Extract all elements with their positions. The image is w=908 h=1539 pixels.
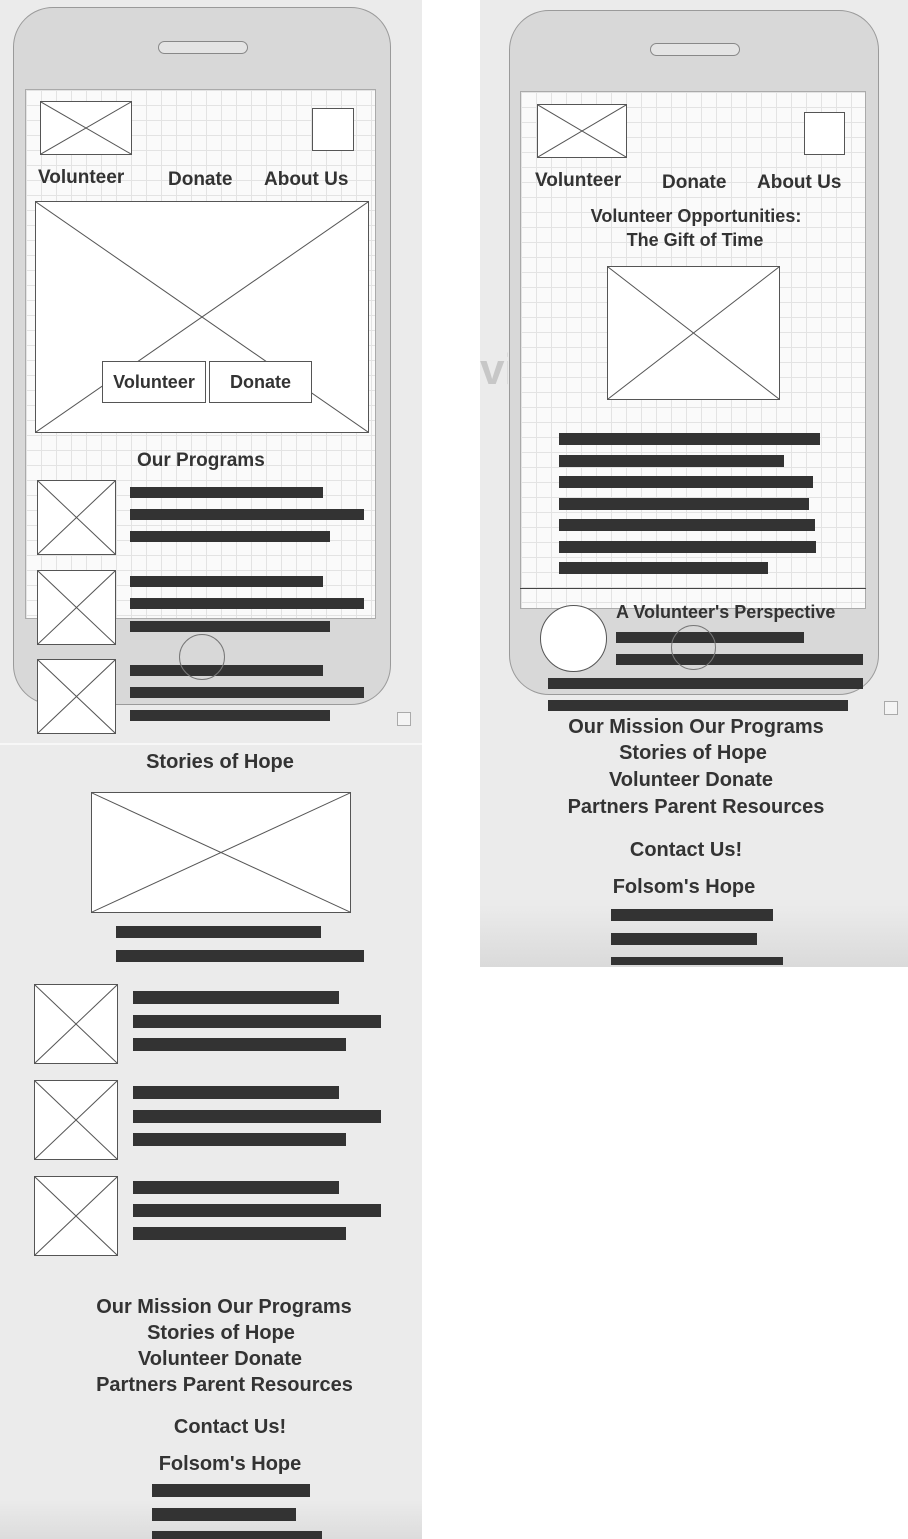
left-program-text-bar: [130, 509, 364, 520]
left-nav-volunteer[interactable]: Volunteer: [38, 167, 124, 189]
image-placeholder-icon: [608, 267, 779, 399]
left-footer-text-bar: [152, 1508, 296, 1521]
image-placeholder-icon: [38, 660, 115, 733]
right-footer-brand: Folsom's Hope: [612, 876, 756, 898]
right-footer-text-bar: [611, 957, 783, 965]
left-story-text-bar: [133, 1038, 346, 1051]
right-perspective-text-bar: [548, 678, 863, 689]
right-footer-links-line-2[interactable]: Stories of Hope: [600, 742, 786, 765]
left-program-thumb-2: [37, 570, 116, 645]
left-story-thumb-2: [34, 1080, 118, 1160]
left-story-text-bar: [133, 1015, 381, 1028]
left-program-thumb-3: [37, 659, 116, 734]
left-phone-home-button: [179, 634, 225, 680]
left-story-text-bar: [133, 1181, 339, 1194]
right-nav-volunteer[interactable]: Volunteer: [535, 170, 621, 192]
left-story-text-bar: [133, 1110, 381, 1123]
left-program-text-bar: [130, 576, 323, 587]
left-footer-links-line-4[interactable]: Partners Parent Resources: [40, 1374, 409, 1397]
left-nav-about[interactable]: About Us: [264, 169, 348, 191]
left-footer-contact[interactable]: Contact Us!: [130, 1416, 330, 1439]
right-body-text-bar: [559, 541, 816, 553]
right-body-text-bar: [559, 455, 784, 467]
left-nav-donate[interactable]: Donate: [168, 169, 232, 191]
left-menu-icon[interactable]: [312, 108, 354, 151]
image-placeholder-icon: [35, 985, 117, 1063]
right-footer-links-line-3[interactable]: Volunteer Donate: [590, 769, 792, 792]
left-stories-image: [91, 792, 351, 913]
left-stories-heading: Stories of Hope: [146, 751, 294, 773]
right-footer-links-line-4[interactable]: Partners Parent Resources: [548, 796, 844, 819]
left-footer-brand: Folsom's Hope: [158, 1453, 302, 1475]
right-phone-speaker: [650, 43, 740, 56]
right-footer-contact[interactable]: Contact Us!: [606, 839, 766, 862]
right-footer-text-bar: [611, 909, 773, 921]
left-story-text-bar: [133, 1204, 381, 1217]
left-canvas-divider: [0, 743, 422, 745]
image-placeholder-icon: [538, 105, 626, 157]
left-hero-donate-button[interactable]: Donate: [209, 361, 312, 403]
right-phone-home-button: [671, 625, 716, 670]
right-body-text-bar: [559, 476, 813, 488]
left-program-text-bar: [130, 687, 364, 698]
right-ghost-label: vi: [480, 345, 508, 394]
image-placeholder-icon: [38, 481, 115, 554]
right-body-text-bar: [559, 498, 809, 510]
right-footer-clip: Our Mission Our Programs: [480, 716, 908, 740]
image-placeholder-icon: [38, 571, 115, 644]
left-stories-text-bar: [116, 926, 321, 938]
right-body-text-bar: [559, 433, 820, 445]
left-program-text-bar: [130, 531, 330, 542]
left-program-text-bar: [130, 710, 330, 721]
expand-icon[interactable]: [884, 701, 898, 715]
right-nav-donate[interactable]: Donate: [662, 172, 726, 194]
left-story-text-bar: [133, 991, 339, 1004]
left-footer-text-bar: [152, 1531, 322, 1539]
left-footer-links-line-1[interactable]: Our Mission Our Programs: [40, 1296, 408, 1319]
left-logo-placeholder: [40, 101, 132, 155]
right-perspective-text-bar: [616, 654, 863, 665]
left-footer-links-line-3[interactable]: Volunteer Donate: [40, 1348, 400, 1371]
left-program-thumb-1: [37, 480, 116, 555]
left-story-text-bar: [133, 1133, 346, 1146]
right-feature-image: [607, 266, 780, 400]
left-story-thumb-1: [34, 984, 118, 1064]
right-menu-icon[interactable]: [804, 112, 845, 155]
left-footer-text-bar: [152, 1484, 310, 1497]
right-page-heading-line-2: The Gift of Time: [626, 230, 764, 250]
right-perspective-text-bar: [548, 700, 848, 711]
left-footer-links-line-2[interactable]: Stories of Hope: [40, 1322, 402, 1345]
right-page-heading-line-1: Volunteer Opportunities:: [590, 206, 802, 226]
left-program-text-bar: [130, 665, 323, 676]
right-perspective-heading: A Volunteer's Perspective: [616, 602, 836, 622]
image-placeholder-icon: [35, 1081, 117, 1159]
left-program-text-bar: [130, 621, 330, 632]
right-nav-about[interactable]: About Us: [757, 172, 841, 194]
expand-icon[interactable]: [397, 712, 411, 726]
left-hero-volunteer-button[interactable]: Volunteer: [102, 361, 206, 403]
left-program-text-bar: [130, 487, 323, 498]
right-section-divider: [520, 588, 866, 589]
left-phone-speaker: [158, 41, 248, 54]
left-story-text-bar: [133, 1227, 346, 1240]
right-logo-placeholder: [537, 104, 627, 158]
image-placeholder-icon: [41, 102, 131, 154]
image-placeholder-icon: [35, 1177, 117, 1255]
right-body-text-bar: [559, 562, 768, 574]
left-story-thumb-3: [34, 1176, 118, 1256]
right-body-text-bar: [559, 519, 815, 531]
left-stories-text-bar: [116, 950, 364, 962]
right-footer-links-line-1[interactable]: Our Mission Our Programs: [540, 716, 852, 739]
right-avatar: [540, 605, 607, 672]
left-programs-heading: Our Programs: [137, 450, 265, 471]
left-program-text-bar: [130, 598, 364, 609]
right-footer-text-bar: [611, 933, 757, 945]
left-story-text-bar: [133, 1086, 339, 1099]
image-placeholder-icon: [92, 793, 350, 912]
